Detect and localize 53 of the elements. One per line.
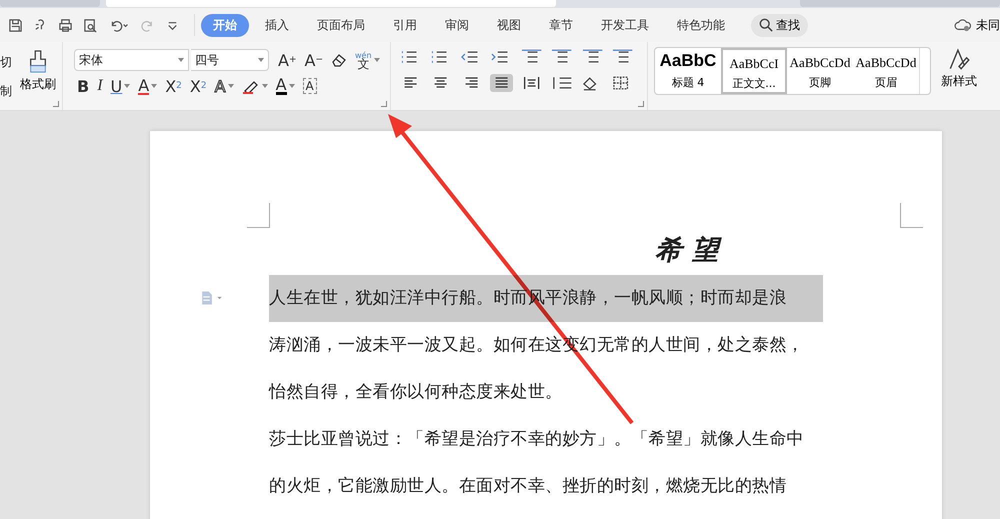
- menu-tab[interactable]: 特色功能: [665, 14, 737, 36]
- sync-button[interactable]: 未同: [954, 16, 1000, 34]
- style-item[interactable]: AaBbCcI 正文文...: [721, 48, 787, 94]
- font-shrink-button[interactable]: A$^{−}$: [302, 49, 326, 71]
- menu-tab[interactable]: 插入: [253, 14, 301, 36]
- style-name: 标题 4: [672, 75, 704, 90]
- style-preview: AaBbCcDd: [856, 54, 916, 71]
- italic-button[interactable]: I: [94, 75, 106, 97]
- menu-tab[interactable]: 审阅: [433, 14, 481, 36]
- save-icon[interactable]: [8, 18, 23, 32]
- style-name: 正文文...: [732, 76, 776, 91]
- color-button[interactable]: A: [272, 75, 298, 97]
- margin-mark: [900, 203, 923, 228]
- style-item[interactable]: AaBbCcDd 页脚: [787, 48, 853, 94]
- menu-tab[interactable]: 开发工具: [589, 14, 661, 36]
- bold-button[interactable]: B: [74, 75, 92, 97]
- launcher-icon[interactable]: [638, 101, 644, 107]
- launcher-icon[interactable]: [53, 101, 59, 107]
- clipboard-label[interactable]: 制: [0, 83, 12, 100]
- align-justify-button[interactable]: [490, 74, 513, 92]
- menu-tab[interactable]: 章节: [537, 14, 585, 36]
- phonetic-guide-button[interactable]: wén 文: [352, 49, 383, 71]
- style-name: 页眉: [875, 75, 897, 90]
- margin-mark: [247, 203, 270, 228]
- underline-button[interactable]: U: [108, 75, 134, 97]
- style-preview: AaBbC: [660, 50, 716, 71]
- text-line: 的火炬，它能激励世人。在面对不幸、挫折的时刻，燃烧无比的热情: [269, 475, 788, 498]
- format-painter-button[interactable]: 格式刷: [20, 42, 56, 110]
- menu-tab[interactable]: 页面布局: [305, 14, 377, 36]
- preview-icon[interactable]: [83, 18, 98, 32]
- style-item[interactable]: AaBbCcDd 页眉: [853, 48, 919, 94]
- font-grow-button[interactable]: A$^{+}$: [275, 49, 300, 71]
- style-preview: AaBbCcI: [729, 55, 779, 72]
- line-spacing-icon[interactable]: [550, 74, 574, 92]
- menu-tab[interactable]: 引用: [381, 14, 429, 36]
- print-icon[interactable]: [58, 18, 73, 32]
- text-line: 莎士比亚曾说过：「希望是治疗不幸的妙方」。「希望」就像人生命中: [269, 428, 805, 451]
- style-name: 页脚: [809, 75, 831, 90]
- search-button[interactable]: 查找: [751, 14, 808, 36]
- menu-tab[interactable]: 视图: [485, 14, 533, 36]
- strike-button[interactable]: A: [135, 75, 160, 97]
- font-family-field[interactable]: 宋体: [74, 49, 189, 71]
- font-size-field[interactable]: 四号: [191, 49, 269, 71]
- launcher-icon[interactable]: [381, 101, 387, 107]
- cloud-icon: [954, 18, 972, 32]
- text-line: 怡然自得，全看你以何种态度来处世。: [269, 381, 564, 404]
- clipboard-label[interactable]: 切: [0, 54, 12, 71]
- style-item[interactable]: AaBbC 标题 4: [655, 48, 721, 94]
- new-style-button[interactable]: 新样式: [941, 47, 977, 110]
- search-icon: [759, 18, 773, 32]
- outline-button[interactable]: A: [212, 75, 237, 97]
- style-preview: AaBbCcDd: [790, 54, 850, 71]
- superscript-button[interactable]: X$^{2}$: [162, 75, 185, 97]
